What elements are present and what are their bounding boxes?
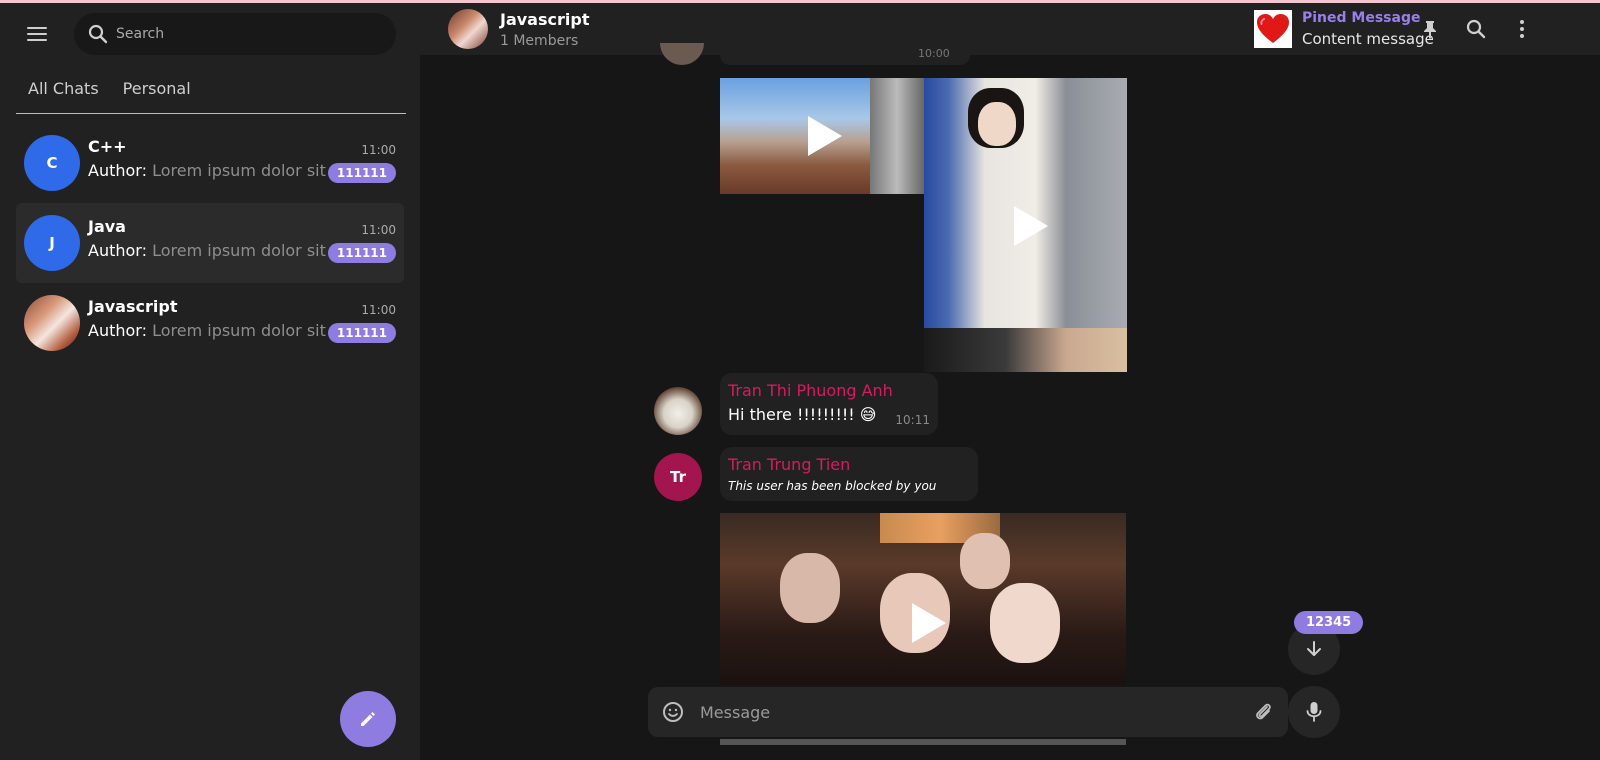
pinned-thumbnail[interactable]: [1254, 10, 1292, 48]
unread-badge: 111111: [327, 243, 396, 263]
sender-name[interactable]: Tran Thi Phuong Anh: [728, 381, 893, 400]
play-icon: [1014, 206, 1048, 246]
voice-record-button[interactable]: [1288, 686, 1340, 738]
sidebar: All Chats Personal C C++ 11:00 Author: L…: [0, 3, 420, 760]
more-options-icon[interactable]: [1510, 17, 1534, 41]
message-text: Hi there !!!!!!!!! 😅: [728, 405, 877, 424]
tab-personal[interactable]: Personal: [111, 67, 203, 113]
search-input[interactable]: [116, 26, 376, 42]
message-bubble[interactable]: Tran Trung Tien This user has been block…: [720, 447, 978, 501]
avatar[interactable]: [654, 387, 702, 435]
message-bubble[interactable]: Tran Thi Phuong Anh Hi there !!!!!!!!! 😅…: [720, 373, 938, 435]
play-icon: [808, 116, 842, 156]
search-box[interactable]: [74, 13, 396, 55]
media-peek: [720, 739, 1126, 745]
chat-preview-author: Author:: [88, 321, 147, 340]
avatar: J: [24, 215, 80, 271]
play-icon: [912, 603, 946, 643]
unread-badge: 111111: [327, 323, 396, 343]
chat-folder-tabs: All Chats Personal: [16, 67, 406, 114]
chat-preview-text: Lorem ipsum dolor sit ...: [152, 241, 347, 260]
pinned-message-title[interactable]: Pined Message: [1302, 10, 1420, 26]
chat-name: Javascript: [88, 297, 178, 316]
chat-preview-author: Author:: [88, 241, 147, 260]
chat-time: 11:00: [361, 143, 396, 157]
chat-item-javascript[interactable]: Javascript 11:00 Author: Lorem ipsum dol…: [16, 283, 404, 363]
unread-count-badge[interactable]: 12345: [1294, 611, 1364, 634]
video-thumbnail[interactable]: [720, 78, 924, 194]
chat-avatar[interactable]: [448, 9, 488, 49]
chat-preview: Author: Lorem ipsum dolor sit ...: [88, 241, 346, 260]
video-thumbnail[interactable]: [720, 513, 1126, 685]
avatar[interactable]: Tr: [654, 453, 702, 501]
chat-name: Java: [88, 217, 126, 236]
compose-button[interactable]: [340, 691, 396, 747]
arrow-down-icon: [1307, 641, 1321, 656]
chat-panel: Javascript 1 Members Pined Message Conte…: [420, 3, 1600, 760]
sender-name[interactable]: Tran Trung Tien: [728, 455, 850, 474]
chat-preview: Author: Lorem ipsum dolor sit ...: [88, 161, 346, 180]
chat-list: C C++ 11:00 Author: Lorem ipsum dolor si…: [16, 123, 404, 363]
video-thumbnail[interactable]: [924, 78, 1127, 372]
unread-badge: 111111: [327, 163, 396, 183]
search-icon: [88, 24, 108, 44]
chat-item-cpp[interactable]: C C++ 11:00 Author: Lorem ipsum dolor si…: [16, 123, 404, 203]
chat-preview-text: Lorem ipsum dolor sit ...: [152, 321, 347, 340]
paperclip-icon[interactable]: [1252, 700, 1274, 724]
search-icon[interactable]: [1464, 17, 1488, 41]
avatar: [24, 295, 80, 351]
chat-preview-text: Lorem ipsum dolor sit ...: [152, 161, 347, 180]
chat-header: Javascript 1 Members Pined Message Conte…: [420, 3, 1600, 55]
chat-time: 11:00: [361, 303, 396, 317]
pin-icon[interactable]: [1418, 17, 1442, 41]
heart-icon: [1257, 14, 1289, 43]
message-composer: [648, 687, 1288, 737]
pinned-message-content[interactable]: Content message: [1302, 30, 1434, 48]
chat-time: 11:00: [361, 223, 396, 237]
members-count: 1 Members: [500, 33, 579, 49]
blocked-notice: This user has been blocked by you: [728, 479, 937, 493]
message-input[interactable]: [700, 687, 1240, 737]
hamburger-menu-icon[interactable]: [24, 23, 50, 49]
avatar: [660, 43, 704, 65]
chat-preview-author: Author:: [88, 161, 147, 180]
message-time: 10:11: [895, 413, 930, 427]
message-time: 10:00: [918, 47, 950, 60]
chat-item-java[interactable]: J Java 11:00 Author: Lorem ipsum dolor s…: [16, 203, 404, 283]
pencil-icon: [361, 712, 375, 726]
avatar: C: [24, 135, 80, 191]
emoji-icon[interactable]: [662, 701, 684, 723]
microphone-icon: [1306, 702, 1322, 722]
chat-title[interactable]: Javascript: [500, 10, 589, 29]
chat-name: C++: [88, 137, 127, 156]
tab-all-chats[interactable]: All Chats: [16, 67, 111, 113]
chat-preview: Author: Lorem ipsum dolor sit ...: [88, 321, 346, 340]
